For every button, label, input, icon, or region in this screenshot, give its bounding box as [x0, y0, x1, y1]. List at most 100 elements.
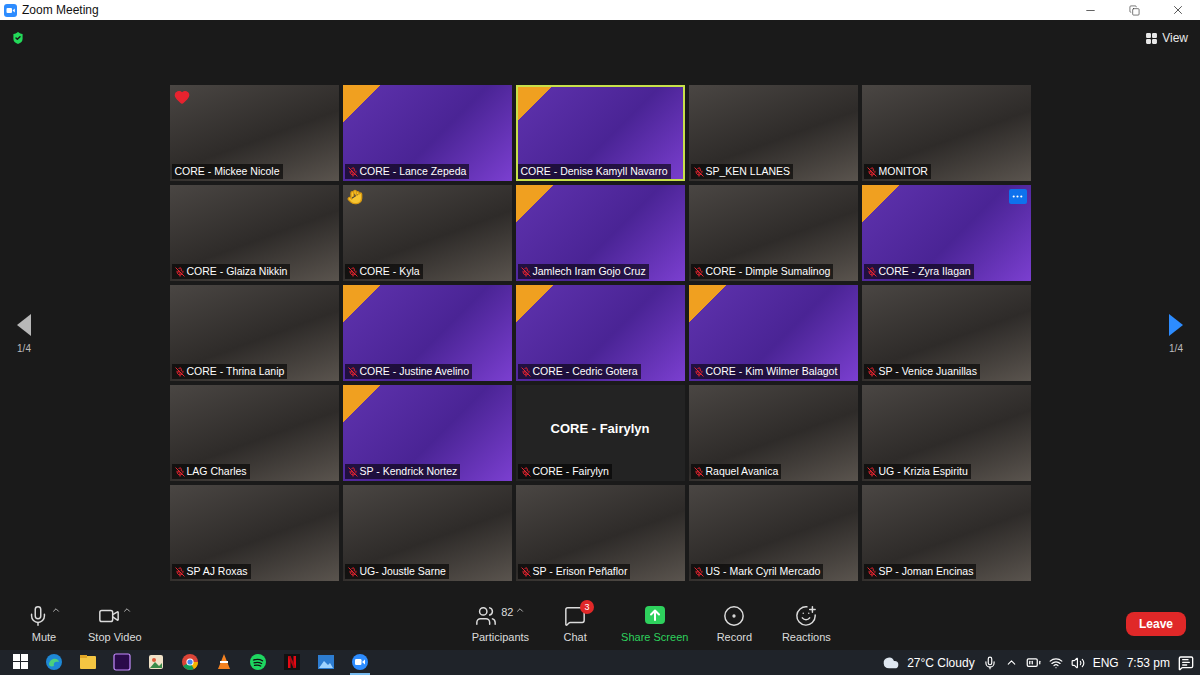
mute-button[interactable]: Mute	[18, 605, 70, 643]
muted-microphone-icon	[867, 267, 877, 277]
participant-count: 82	[501, 605, 513, 619]
next-page-button[interactable]: 1/4	[1168, 313, 1184, 354]
ellipsis-icon	[1011, 190, 1024, 203]
menu-caret-icon[interactable]	[122, 605, 132, 615]
muted-microphone-icon	[175, 367, 185, 377]
reaction-badge	[174, 89, 190, 105]
participant-tile[interactable]: CORE - Dimple Sumalinog	[689, 185, 858, 281]
participant-name-label: US - Mark Cyril Mercado	[691, 564, 824, 579]
spotify-app-icon[interactable]	[248, 650, 268, 675]
minimize-button[interactable]	[1068, 0, 1112, 20]
file-explorer-app-icon[interactable]	[78, 650, 98, 675]
reactions-button[interactable]: Reactions	[780, 605, 832, 643]
view-button[interactable]: View	[1145, 31, 1188, 45]
edge-app-icon[interactable]	[44, 650, 64, 675]
chat-button[interactable]: 3Chat	[549, 605, 601, 643]
page-indicator: 1/4	[17, 343, 31, 354]
clock[interactable]: 7:53 pm	[1127, 656, 1170, 670]
record-button[interactable]: Record	[708, 605, 760, 643]
close-button[interactable]	[1156, 0, 1200, 20]
participant-tile[interactable]: Jamlech Iram Gojo Cruz	[516, 185, 685, 281]
participant-tile[interactable]: CORE - Denise Kamyll Navarro	[516, 85, 685, 181]
participant-name-label: CORE - Kyla	[345, 264, 423, 279]
participant-name-label: CORE - Dimple Sumalinog	[691, 264, 834, 279]
network-icon[interactable]	[1049, 656, 1063, 670]
tile-menu-button[interactable]	[1009, 189, 1027, 204]
menu-caret-icon[interactable]	[51, 605, 61, 615]
participant-tile[interactable]: UG - Krizia Espiritu	[862, 385, 1031, 481]
chrome-app-icon[interactable]	[180, 650, 200, 675]
participant-tile[interactable]: UG- Joustle Sarne	[343, 485, 512, 581]
participant-tile[interactable]: CORE - Fairylyn CORE - Fairylyn	[516, 385, 685, 481]
participant-name-label: CORE - Zyra Ilagan	[864, 264, 974, 279]
participant-name-center: CORE - Fairylyn	[551, 421, 650, 436]
muted-microphone-icon	[694, 167, 704, 177]
muted-microphone-icon	[348, 367, 358, 377]
video-camera-icon	[98, 605, 120, 627]
participant-tile[interactable]: SP - Erison Peñaflor	[516, 485, 685, 581]
netflix-app-icon[interactable]	[282, 650, 302, 675]
muted-microphone-icon	[867, 467, 877, 477]
muted-microphone-icon	[521, 267, 531, 277]
restore-icon	[1129, 5, 1140, 16]
window-controls	[1068, 0, 1200, 20]
participant-tile[interactable]: SP AJ Roxas	[170, 485, 339, 581]
muted-microphone-icon	[694, 567, 704, 577]
participant-tile[interactable]: Raquel Avanica	[689, 385, 858, 481]
close-icon	[1171, 3, 1185, 17]
language-indicator[interactable]: ENG	[1093, 656, 1119, 670]
participant-name-label: UG - Krizia Espiritu	[864, 464, 971, 479]
participant-tile[interactable]: CORE - Lance Zepeda	[343, 85, 512, 181]
menu-caret-icon[interactable]	[515, 605, 525, 615]
video-button[interactable]: Stop Video	[88, 605, 142, 643]
image-app-icon[interactable]	[146, 650, 166, 675]
encryption-shield-icon[interactable]	[10, 30, 26, 46]
participant-tile[interactable]: LAG Charles	[170, 385, 339, 481]
participant-tile[interactable]: CORE - Justine Avelino	[343, 285, 512, 381]
participant-tile[interactable]: SP_KEN LLANES	[689, 85, 858, 181]
notifications-icon[interactable]	[1178, 655, 1194, 671]
weather-text[interactable]: 27°C Cloudy	[907, 656, 975, 670]
participant-tile[interactable]: CORE - Cedric Gotera	[516, 285, 685, 381]
photos-app-icon[interactable]	[316, 650, 336, 675]
participant-name-label: CORE - Fairylyn	[518, 464, 612, 479]
window-title: Zoom Meeting	[22, 0, 99, 20]
participant-tile[interactable]: CORE - Glaiza Nikkin	[170, 185, 339, 281]
zoom-app-icon[interactable]	[350, 650, 370, 675]
participants-button[interactable]: 82Participants	[472, 605, 529, 643]
restore-button[interactable]	[1112, 0, 1156, 20]
zoom-window: Zoom Meeting View 1/4 CORE - Mickee Nicole C…	[0, 0, 1200, 675]
participant-name-label: CORE - Cedric Gotera	[518, 364, 641, 379]
premiere-app-icon[interactable]	[112, 650, 132, 675]
microphone-tray-icon[interactable]	[983, 656, 997, 670]
participant-tile[interactable]: CORE - Kim Wilmer Balagot	[689, 285, 858, 381]
show-hidden-icons-icon[interactable]	[1005, 656, 1018, 669]
participant-tile[interactable]: SP - Kendrick Nortez	[343, 385, 512, 481]
participant-tile[interactable]: CORE - Zyra Ilagan	[862, 185, 1031, 281]
leave-button[interactable]: Leave	[1126, 612, 1186, 636]
start-button[interactable]	[10, 650, 30, 675]
muted-microphone-icon	[521, 467, 531, 477]
participant-tile[interactable]: US - Mark Cyril Mercado	[689, 485, 858, 581]
previous-page-icon[interactable]	[16, 313, 32, 337]
volume-icon[interactable]	[1071, 656, 1085, 670]
participant-tile[interactable]: MONITOR	[862, 85, 1031, 181]
previous-page-button[interactable]: 1/4	[16, 313, 32, 354]
participant-name-label: CORE - Kim Wilmer Balagot	[691, 364, 841, 379]
participant-name-label: CORE - Mickee Nicole	[172, 164, 283, 179]
participant-name-label: SP - Kendrick Nortez	[345, 464, 461, 479]
battery-icon[interactable]	[1026, 655, 1041, 670]
participant-tile[interactable]: SP - Joman Encinas	[862, 485, 1031, 581]
participant-tile[interactable]: CORE - Thrina Lanip	[170, 285, 339, 381]
participant-name-label: CORE - Denise Kamyll Navarro	[518, 164, 671, 179]
vlc-app-icon[interactable]	[214, 650, 234, 675]
participant-tile[interactable]: SP - Venice Juanillas	[862, 285, 1031, 381]
participant-tile[interactable]: CORE - Kyla	[343, 185, 512, 281]
participant-tile[interactable]: CORE - Mickee Nicole	[170, 85, 339, 181]
next-page-icon[interactable]	[1168, 313, 1184, 337]
share-button[interactable]: Share Screen	[621, 605, 688, 643]
muted-microphone-icon	[694, 267, 704, 277]
muted-microphone-icon	[694, 367, 704, 377]
heart-icon	[174, 89, 190, 105]
muted-microphone-icon	[521, 367, 531, 377]
